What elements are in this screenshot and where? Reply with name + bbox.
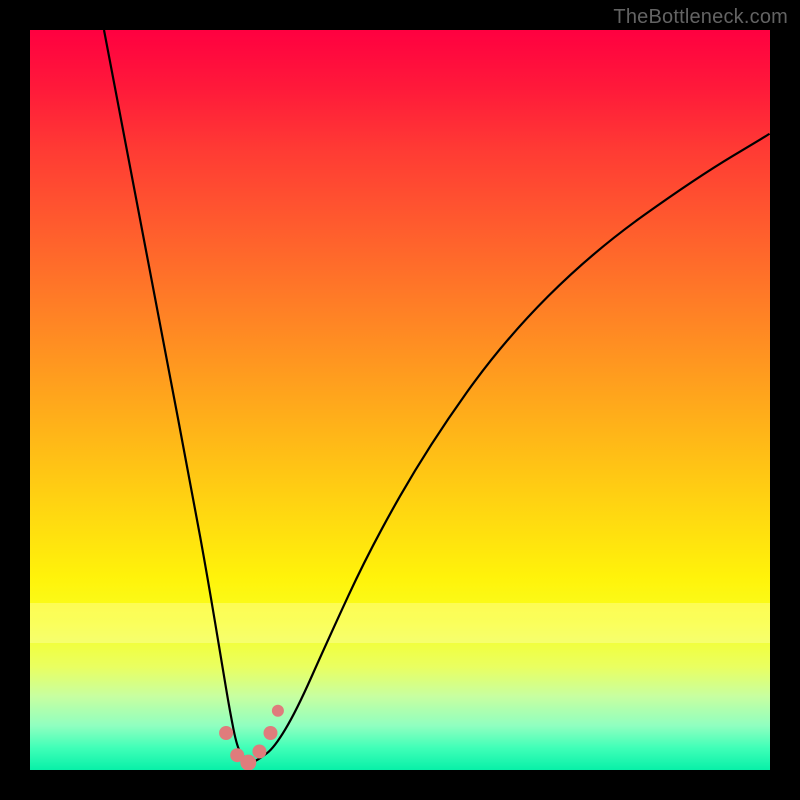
chart-frame: TheBottleneck.com	[0, 0, 800, 800]
plot-area	[30, 30, 770, 770]
watermark-text: TheBottleneck.com	[613, 6, 788, 29]
